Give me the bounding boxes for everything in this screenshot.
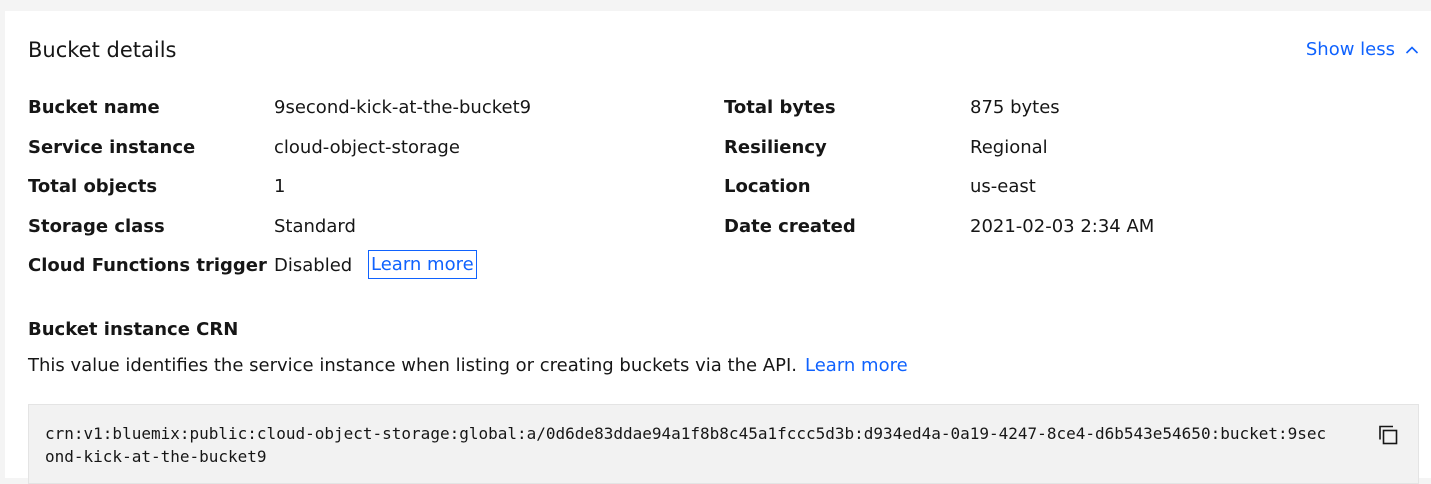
total-objects-label: Total objects <box>28 176 158 197</box>
total-bytes-label: Total bytes <box>724 97 836 118</box>
chevron-up-icon <box>1405 43 1419 57</box>
crn-heading: Bucket instance CRN <box>28 319 239 340</box>
show-less-label: Show less <box>1305 39 1395 60</box>
location-label: Location <box>724 176 811 197</box>
cloud-functions-learn-more-link[interactable]: Learn more <box>368 250 477 279</box>
cloud-functions-trigger-label: Cloud Functions trigger <box>28 255 267 276</box>
service-instance-label: Service instance <box>28 137 196 158</box>
crn-value[interactable]: crn:v1:bluemix:public:cloud-object-stora… <box>45 422 1335 468</box>
crn-code-block: crn:v1:bluemix:public:cloud-object-stora… <box>28 404 1419 484</box>
show-less-toggle[interactable]: Show less <box>1306 39 1419 61</box>
date-created-label: Date created <box>724 216 856 237</box>
crn-learn-more-link[interactable]: Learn more <box>805 355 908 376</box>
total-bytes-value: 875 bytes <box>970 97 1060 118</box>
bucket-name-label: Bucket name <box>28 97 160 118</box>
resiliency-label: Resiliency <box>724 137 827 158</box>
copy-icon <box>1376 425 1400 451</box>
service-instance-value: cloud-object-storage <box>274 137 460 158</box>
resiliency-value: Regional <box>970 137 1048 158</box>
storage-class-value: Standard <box>274 216 356 237</box>
cloud-functions-trigger-value: Disabled <box>274 255 353 276</box>
location-value: us-east <box>970 176 1036 197</box>
crn-description-text: This value identifies the service instan… <box>28 355 797 376</box>
copy-button[interactable] <box>1376 423 1400 447</box>
crn-description: This value identifies the service instan… <box>28 354 908 378</box>
bucket-details-card: Bucket details Show less Bucket name 9se… <box>5 11 1431 484</box>
total-objects-value: 1 <box>274 176 286 197</box>
card-title: Bucket details <box>28 38 177 62</box>
storage-class-label: Storage class <box>28 216 165 237</box>
date-created-value: 2021-02-03 2:34 AM <box>970 216 1155 237</box>
bucket-name-value: 9second-kick-at-the-bucket9 <box>274 97 532 118</box>
